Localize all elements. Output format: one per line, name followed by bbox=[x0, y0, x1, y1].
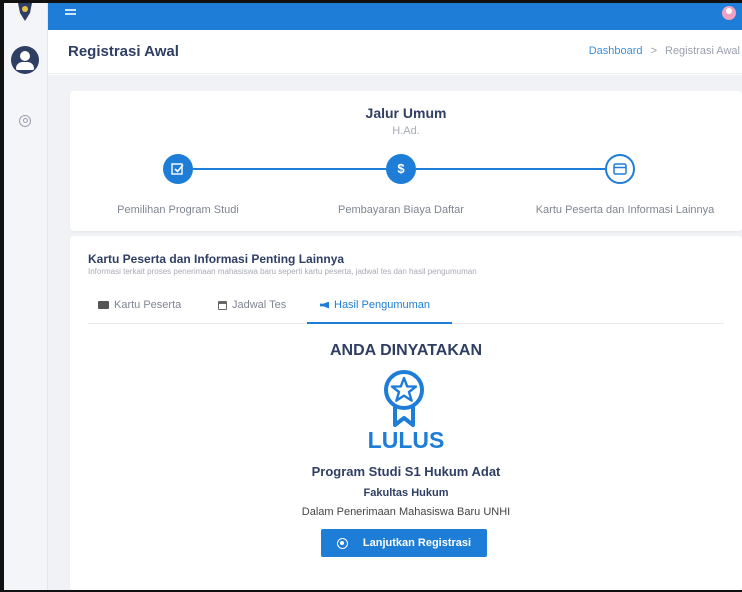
page-header: Registrasi Awal Dashboard > Registrasi A… bbox=[48, 30, 742, 74]
step-1-checkbox-icon bbox=[163, 154, 193, 184]
logo-icon bbox=[18, 3, 32, 21]
step-3-label: Kartu Peserta dan Informasi Lainnya bbox=[535, 204, 715, 216]
result-faculty: Fakultas Hukum bbox=[363, 487, 449, 499]
breadcrumb-dashboard-link[interactable]: Dashboard bbox=[589, 45, 643, 57]
step-1-label: Pemilihan Program Studi bbox=[117, 204, 239, 216]
tab-bar: Kartu Peserta Jadwal Tes Hasil Pengumuma… bbox=[88, 288, 724, 324]
step-3-card-icon bbox=[605, 154, 635, 184]
id-card-icon bbox=[98, 301, 109, 309]
result-description: Dalam Penerimaan Mahasiswa Baru UNHI bbox=[301, 506, 511, 518]
continue-registration-button[interactable]: Lanjutkan Registrasi bbox=[321, 529, 487, 557]
info-card-subtitle: Informasi terkait proses penerimaan maha… bbox=[88, 267, 477, 276]
step-2-dollar-icon: $ bbox=[386, 154, 416, 184]
result-program: Program Studi S1 Hukum Adat bbox=[311, 464, 501, 479]
award-badge-icon bbox=[384, 370, 424, 427]
megaphone-icon bbox=[320, 301, 329, 309]
progress-card: Jalur Umum H.Ad. $ Pemilihan Program Stu… bbox=[70, 91, 742, 231]
main-content: Jalur Umum H.Ad. $ Pemilihan Program Stu… bbox=[48, 75, 742, 590]
result-status: LULUS bbox=[367, 427, 445, 453]
breadcrumb-separator: > bbox=[650, 45, 657, 57]
tab-jadwal-tes[interactable]: Jadwal Tes bbox=[218, 299, 286, 311]
breadcrumb-current: Registrasi Awal bbox=[665, 45, 740, 57]
step-connector bbox=[416, 168, 605, 170]
page-title: Registrasi Awal bbox=[68, 43, 179, 60]
tab-kartu-peserta[interactable]: Kartu Peserta bbox=[98, 299, 181, 311]
step-connector bbox=[193, 168, 386, 170]
tab-hasil-pengumuman[interactable]: Hasil Pengumuman bbox=[320, 299, 430, 311]
breadcrumb: Dashboard > Registrasi Awal bbox=[589, 45, 740, 57]
jalur-title: Jalur Umum bbox=[365, 105, 447, 121]
dashboard-icon[interactable] bbox=[19, 115, 31, 127]
profile-avatar[interactable] bbox=[722, 6, 736, 20]
top-navbar bbox=[48, 3, 742, 30]
calendar-icon bbox=[218, 300, 227, 310]
sidebar bbox=[4, 3, 48, 590]
info-card: Kartu Peserta dan Informasi Penting Lain… bbox=[70, 236, 742, 590]
info-card-title: Kartu Peserta dan Informasi Penting Lain… bbox=[88, 252, 345, 266]
active-tab-indicator bbox=[307, 322, 452, 324]
user-avatar[interactable] bbox=[11, 46, 39, 74]
jalur-subtitle: H.Ad. bbox=[392, 125, 420, 137]
result-heading: ANDA DINYATAKAN bbox=[330, 342, 482, 359]
dot-circle-icon bbox=[336, 537, 348, 549]
menu-toggle-icon[interactable] bbox=[65, 9, 76, 15]
step-2-label: Pembayaran Biaya Daftar bbox=[338, 204, 464, 216]
